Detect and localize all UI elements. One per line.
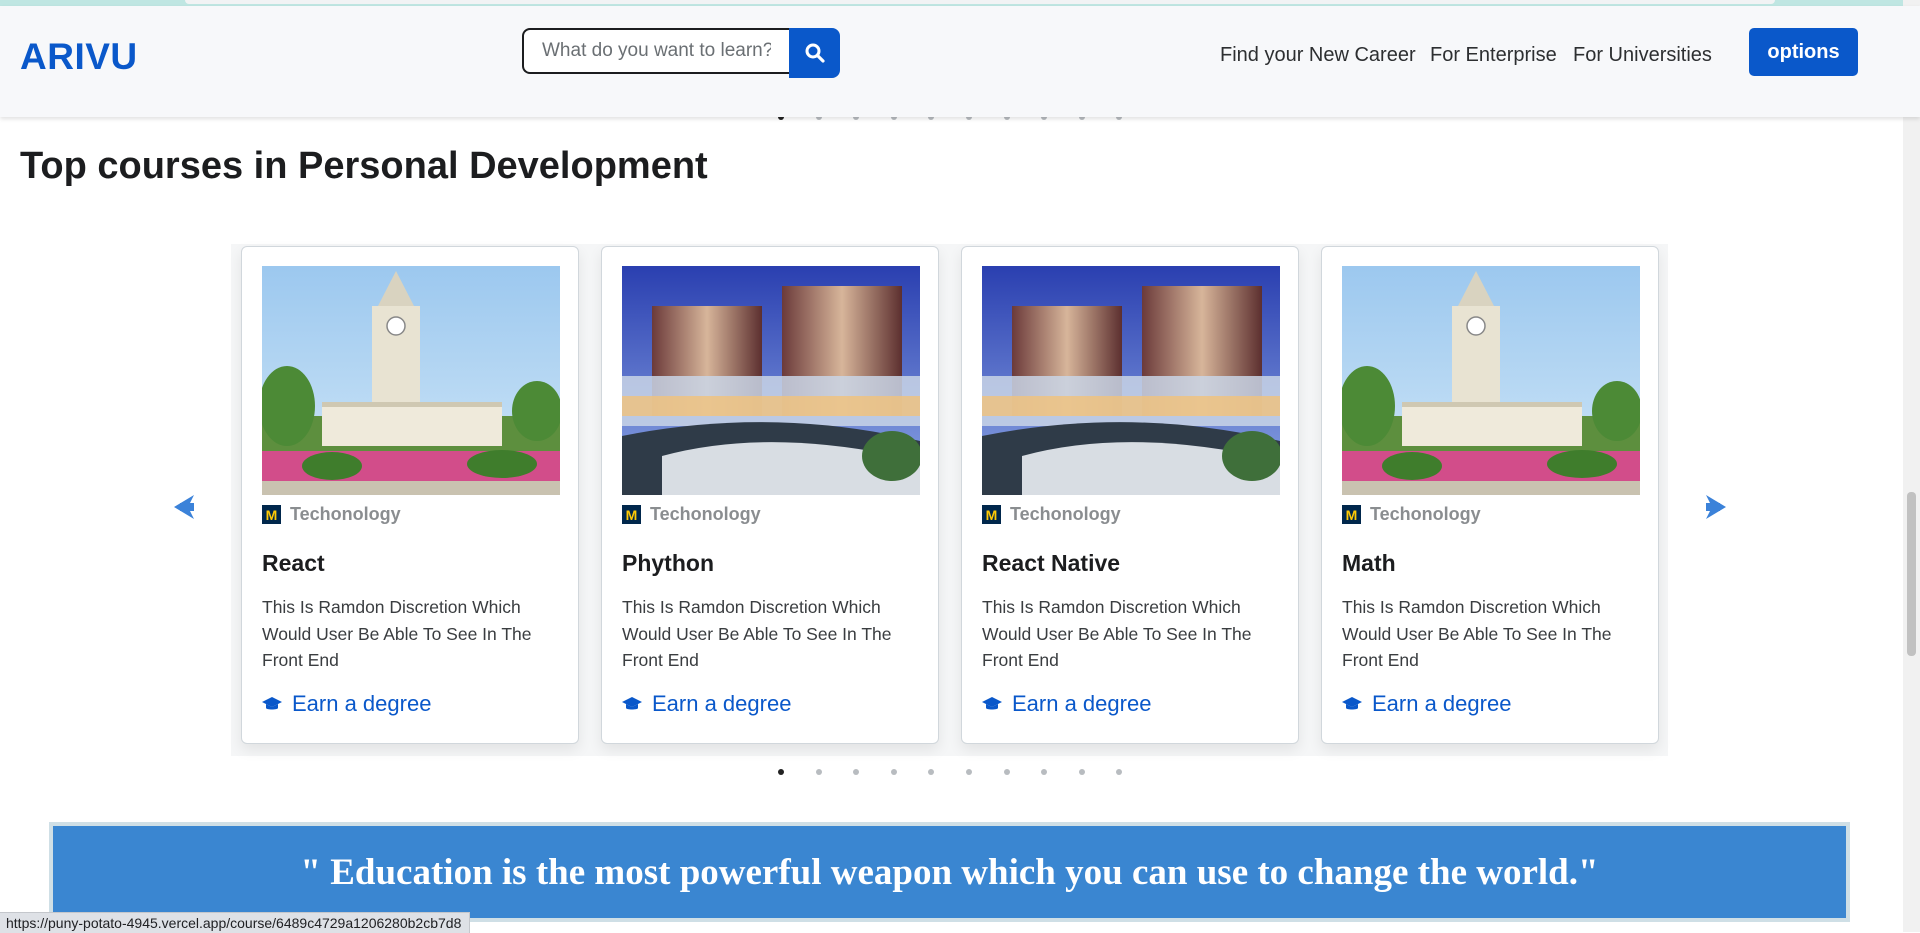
- nav-link-new-career[interactable]: Find your New Career: [1220, 44, 1416, 67]
- graduation-cap-icon: [622, 697, 642, 710]
- course-provider: M Techonology: [262, 504, 401, 525]
- carousel-dots: [778, 769, 1154, 775]
- course-card[interactable]: M Techonology Math This Is Ramdon Discre…: [1321, 246, 1659, 744]
- course-category: Techonology: [650, 504, 761, 524]
- course-image-clock-tower: [262, 266, 560, 495]
- course-description: This Is Ramdon Discretion Which Would Us…: [622, 597, 892, 670]
- carousel-dot[interactable]: [1041, 769, 1048, 775]
- course-description: This Is Ramdon Discretion Which Would Us…: [982, 597, 1252, 670]
- carousel-dot[interactable]: [1078, 769, 1085, 775]
- course-description: This Is Ramdon Discretion Which Would Us…: [1342, 597, 1612, 670]
- course-category: Techonology: [1370, 504, 1481, 524]
- university-logo-icon: M: [1342, 505, 1361, 524]
- course-category: Techonology: [290, 504, 401, 524]
- graduation-cap-icon: [262, 697, 282, 710]
- earn-degree-link[interactable]: Earn a degree: [982, 691, 1151, 717]
- scrollbar-thumb[interactable]: [1907, 492, 1916, 656]
- search-icon: [805, 43, 825, 63]
- earn-degree-label: Earn a degree: [652, 691, 792, 716]
- course-provider: M Techonology: [1342, 504, 1481, 525]
- course-title[interactable]: React: [262, 550, 325, 577]
- course-title[interactable]: Phython: [622, 550, 714, 577]
- carousel-dot[interactable]: [928, 769, 935, 775]
- course-card[interactable]: M Techonology React Native This Is Ramdo…: [961, 246, 1299, 744]
- carousel-dot[interactable]: [853, 769, 860, 775]
- earn-degree-label: Earn a degree: [1012, 691, 1152, 716]
- search-button[interactable]: [789, 28, 840, 78]
- course-image-modern-building: [982, 266, 1280, 495]
- earn-degree-link[interactable]: Earn a degree: [622, 691, 791, 717]
- earn-degree-link[interactable]: Earn a degree: [262, 691, 431, 717]
- graduation-cap-icon: [982, 697, 1002, 710]
- carousel-prev-arrow-icon[interactable]: [168, 492, 196, 522]
- status-bar-url: https://puny-potato-4945.vercel.app/cour…: [0, 912, 471, 933]
- graduation-cap-icon: [1342, 697, 1362, 710]
- course-title[interactable]: React Native: [982, 550, 1120, 577]
- options-button[interactable]: options: [1749, 28, 1858, 76]
- course-image-clock-tower: [1342, 266, 1640, 495]
- carousel-dot[interactable]: [965, 769, 972, 775]
- course-image-modern-building: [622, 266, 920, 495]
- earn-degree-link[interactable]: Earn a degree: [1342, 691, 1511, 717]
- earn-degree-label: Earn a degree: [292, 691, 432, 716]
- university-logo-icon: M: [982, 505, 1001, 524]
- course-title[interactable]: Math: [1342, 550, 1396, 577]
- course-provider: M Techonology: [982, 504, 1121, 525]
- carousel-dot[interactable]: [815, 769, 822, 775]
- course-card[interactable]: M Techonology Phython This Is Ramdon Dis…: [601, 246, 939, 744]
- search-bar: [522, 28, 840, 78]
- carousel-dot[interactable]: [1116, 769, 1123, 775]
- course-card[interactable]: M Techonology React This Is Ramdon Discr…: [241, 246, 579, 744]
- university-logo-icon: M: [622, 505, 641, 524]
- nav-link-enterprise[interactable]: For Enterprise: [1430, 44, 1557, 67]
- quote-banner: " Education is the most powerful weapon …: [49, 822, 1850, 922]
- nav-link-universities[interactable]: For Universities: [1573, 44, 1712, 67]
- search-input[interactable]: [522, 28, 789, 74]
- course-provider: M Techonology: [622, 504, 761, 525]
- carousel-dot[interactable]: [778, 769, 784, 775]
- carousel-dot[interactable]: [1003, 769, 1010, 775]
- site-header: ARIVU Find your New Career For Enterpris…: [0, 6, 1920, 117]
- carousel-dot[interactable]: [890, 769, 897, 775]
- carousel-next-arrow-icon[interactable]: [1704, 492, 1732, 522]
- course-description: This Is Ramdon Discretion Which Would Us…: [262, 597, 532, 670]
- course-category: Techonology: [1010, 504, 1121, 524]
- university-logo-icon: M: [262, 505, 281, 524]
- earn-degree-label: Earn a degree: [1372, 691, 1512, 716]
- site-logo[interactable]: ARIVU: [20, 36, 138, 78]
- quote-text: " Education is the most powerful weapon …: [300, 851, 1599, 893]
- section-title: Top courses in Personal Development: [20, 145, 708, 187]
- browser-tab-edge: [185, 0, 1775, 4]
- page-scrollbar[interactable]: [1903, 0, 1920, 932]
